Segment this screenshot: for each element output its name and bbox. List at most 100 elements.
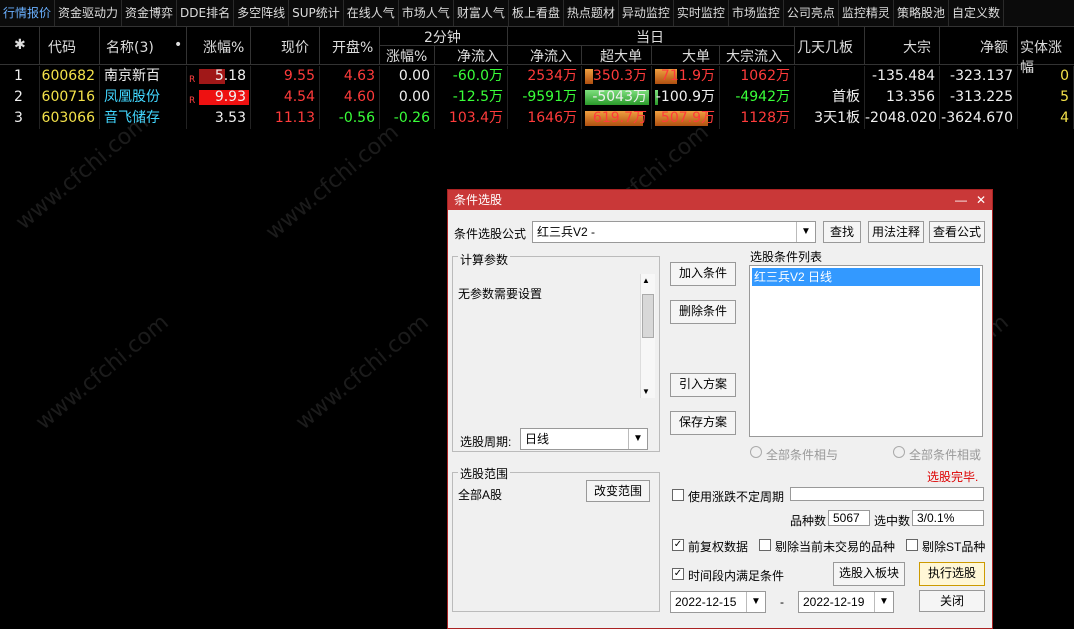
tab-1[interactable]: 资金驱动力	[55, 0, 123, 26]
chevron-down-icon: ▼	[746, 592, 765, 612]
fuquan-checkbox[interactable]: ✓	[672, 539, 684, 551]
condition-list[interactable]: 红三兵V2 日线	[749, 265, 983, 437]
cell-big: -100.9万	[652, 87, 720, 108]
all-and-label: 全部条件相与	[766, 448, 839, 462]
cell-no: 3	[0, 108, 40, 129]
radio-all-and[interactable]	[750, 446, 762, 458]
dialog-titlebar[interactable]: 条件选股 — ✕	[448, 190, 992, 210]
cell-flow: 1646万	[508, 108, 582, 129]
col-big[interactable]: 大单	[652, 46, 720, 65]
watermark: www.cfchi.com	[261, 119, 404, 246]
change-range-button[interactable]: 改变范围	[586, 480, 650, 502]
tab-2[interactable]: 资金博弈	[122, 0, 178, 26]
cell-big: 507.9万	[652, 108, 720, 129]
view-formula-button[interactable]: 查看公式	[929, 221, 985, 243]
tab-15[interactable]: 监控精灵	[839, 0, 894, 26]
tab-17[interactable]: 自定义数	[949, 0, 1004, 26]
close-icon[interactable]: ✕	[972, 190, 990, 210]
exclude-st-checkbox[interactable]	[906, 539, 918, 551]
col-pct[interactable]: 涨幅%	[187, 27, 251, 65]
cell-shiti: 4	[1018, 108, 1074, 129]
formula-select[interactable]: 红三兵V2 - ▼	[532, 221, 816, 243]
params-scrollbar[interactable]: ▲ ▼	[640, 274, 655, 398]
col-jinge[interactable]: 净额	[940, 27, 1018, 65]
watermark: www.cfchi.com	[291, 309, 434, 436]
cell-name: 凤凰股份	[100, 87, 187, 108]
minimize-icon[interactable]: —	[952, 190, 970, 210]
cell-jinge: -3624.670	[940, 108, 1018, 129]
stock-filter-dialog: 条件选股 — ✕ 条件选股公式 红三兵V2 - ▼ 查找 用法注释 查看公式 计…	[447, 189, 993, 629]
condition-item[interactable]: 红三兵V2 日线	[752, 268, 980, 286]
cell-block: 1128万	[720, 108, 795, 129]
exclude-st-label: 剔除ST品种	[922, 540, 986, 554]
calc-params-label: 计算参数	[458, 251, 511, 268]
col-open[interactable]: 开盘%	[320, 27, 380, 65]
usage-button[interactable]: 用法注释	[868, 221, 924, 243]
find-button[interactable]: 查找	[823, 221, 861, 243]
table-row[interactable]: 1 600682 南京新百 R 5.18 9.55 4.63 0.00 -60.0万 2534万 3…	[0, 66, 1074, 87]
period-select[interactable]: 日线 ▼	[520, 428, 648, 450]
tab-8[interactable]: 财富人气	[454, 0, 509, 26]
close-button[interactable]: 关闭	[919, 590, 985, 612]
range-label: 选股范围	[458, 465, 511, 482]
tab-13[interactable]: 市场监控	[729, 0, 784, 26]
time-cond-checkbox[interactable]: ✓	[672, 568, 684, 580]
tab-9[interactable]: 板上看盘	[509, 0, 564, 26]
dialog-title: 条件选股	[454, 193, 503, 207]
cell-super: 619.7万	[582, 108, 652, 129]
cell-price: 11.13	[251, 108, 320, 129]
col-block[interactable]: 大宗流入	[720, 46, 795, 65]
cell-open: -0.56	[320, 108, 380, 129]
tab-7[interactable]: 市场人气	[399, 0, 454, 26]
tab-5[interactable]: SUP统计	[289, 0, 344, 26]
add-condition-button[interactable]: 加入条件	[670, 262, 736, 286]
col-price[interactable]: 现价	[251, 27, 320, 65]
col-code[interactable]: 代码	[40, 27, 100, 65]
import-plan-button[interactable]: 引入方案	[670, 373, 736, 397]
sort-header[interactable]: ✱	[0, 27, 40, 65]
cell-pct: R 5.18	[187, 66, 251, 87]
status-text: 选股完毕.	[927, 470, 979, 484]
delete-condition-button[interactable]: 删除条件	[670, 300, 736, 324]
cell-open: 4.63	[320, 66, 380, 87]
table-row[interactable]: 2 600716 凤凰股份 R 9.93 4.54 4.60 0.00 -12.5万 -9591万…	[0, 87, 1074, 108]
cell-name: 音飞储存	[100, 108, 187, 129]
to-block-button[interactable]: 选股入板块	[833, 562, 905, 586]
col-flow[interactable]: 净流入	[508, 46, 582, 65]
cell-super: -5043万	[582, 87, 652, 108]
no-params-text: 无参数需要设置	[458, 287, 543, 301]
col-group-today: 当日	[508, 27, 795, 46]
col-name[interactable]: 名称(3) •	[100, 27, 187, 65]
run-filter-button[interactable]: 执行选股	[919, 562, 985, 586]
scroll-thumb[interactable]	[642, 294, 654, 338]
save-plan-button[interactable]: 保存方案	[670, 411, 736, 435]
col-2min-pct[interactable]: 涨幅%	[380, 46, 435, 65]
tab-0[interactable]: 行情报价	[0, 0, 56, 26]
tab-12[interactable]: 实时监控	[674, 0, 729, 26]
value-bar	[585, 69, 593, 84]
fuquan-label: 前复权数据	[688, 540, 749, 554]
exclude-untraded-checkbox[interactable]	[759, 539, 771, 551]
tab-10[interactable]: 热点题材	[564, 0, 619, 26]
cell-flow: -9591万	[508, 87, 582, 108]
tab-3[interactable]: DDE排名	[177, 0, 235, 26]
tab-14[interactable]: 公司亮点	[784, 0, 839, 26]
tab-6[interactable]: 在线人气	[344, 0, 399, 26]
col-boards[interactable]: 几天几板	[795, 27, 865, 65]
col-shiti[interactable]: 实体涨幅	[1018, 27, 1074, 76]
uncertain-checkbox[interactable]	[672, 489, 684, 501]
table-row[interactable]: 3 603066 音飞储存 3.53 11.13 -0.56 -0.26 103.4万 1646…	[0, 108, 1074, 129]
cell-code: 603066	[40, 108, 100, 129]
radio-all-or[interactable]	[893, 446, 905, 458]
col-dazong[interactable]: 大宗	[865, 27, 940, 65]
uncertain-input[interactable]	[790, 487, 984, 501]
col-2min-flow[interactable]: 净流入	[435, 46, 508, 65]
cell-block: -4942万	[720, 87, 795, 108]
cell-jinge: -313.225	[940, 87, 1018, 108]
uncertain-label: 使用涨跌不定周期	[688, 490, 785, 504]
tab-4[interactable]: 多空阵线	[234, 0, 290, 26]
tab-11[interactable]: 异动监控	[619, 0, 674, 26]
tab-16[interactable]: 策略股池	[894, 0, 949, 26]
cell-flow: 2534万	[508, 66, 582, 87]
col-super[interactable]: 超大单	[582, 46, 652, 65]
